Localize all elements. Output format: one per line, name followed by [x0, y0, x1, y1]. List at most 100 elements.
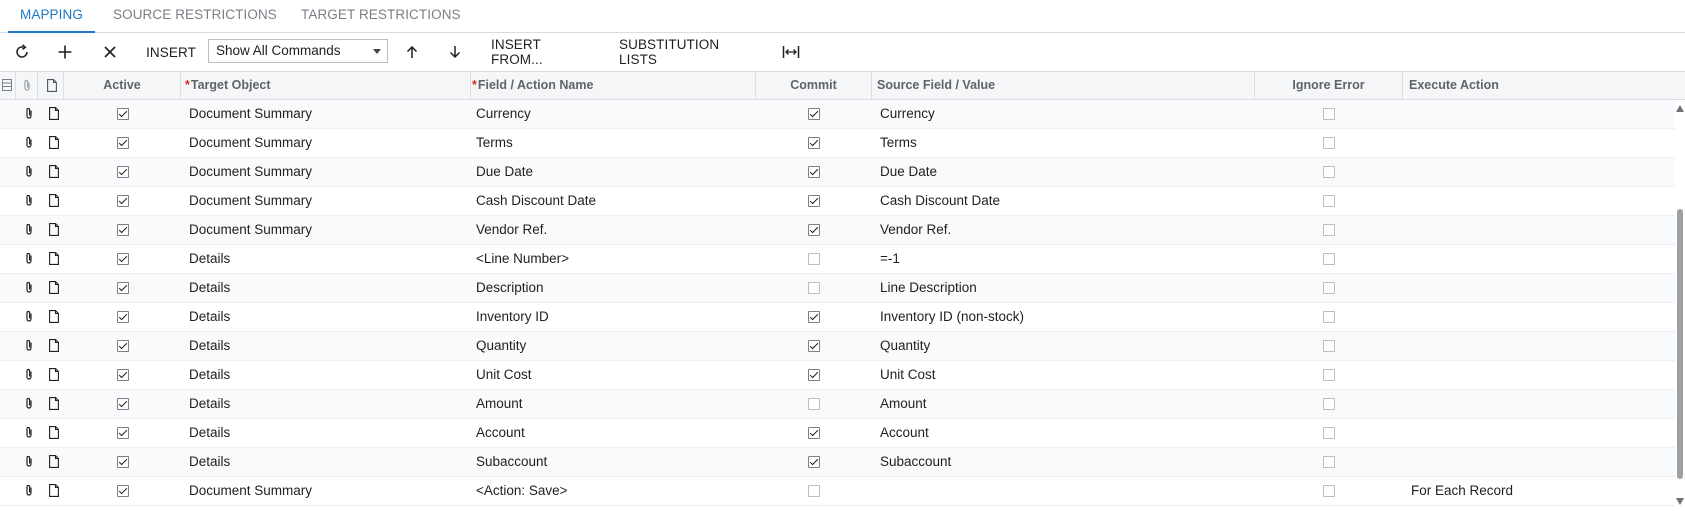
commit-checkbox[interactable]: [808, 224, 820, 236]
note-icon[interactable]: [49, 484, 59, 497]
table-row[interactable]: Document Summary Due Date Due Date: [0, 158, 1675, 187]
source-field-value-cell[interactable]: Vendor Ref.: [880, 216, 1250, 244]
commit-checkbox[interactable]: [808, 340, 820, 352]
table-row[interactable]: Details Quantity Quantity: [0, 332, 1675, 361]
fit-columns-button[interactable]: [780, 34, 802, 70]
table-row[interactable]: Details Inventory ID Inventory ID (non-sto…: [0, 303, 1675, 332]
target-object-cell[interactable]: Details: [189, 361, 469, 389]
execute-action-cell[interactable]: [1411, 100, 1671, 128]
active-checkbox[interactable]: [117, 340, 129, 352]
execute-action-cell[interactable]: [1411, 216, 1671, 244]
active-checkbox[interactable]: [117, 311, 129, 323]
source-field-value-cell[interactable]: Terms: [880, 129, 1250, 157]
table-row[interactable]: Document Summary Currency Currency: [0, 100, 1675, 129]
active-checkbox[interactable]: [117, 369, 129, 381]
field-action-name-cell[interactable]: Description: [476, 274, 754, 302]
paperclip-icon[interactable]: [24, 136, 34, 149]
field-action-name-cell[interactable]: <Line Number>: [476, 245, 754, 273]
field-action-name-cell[interactable]: Subaccount: [476, 448, 754, 476]
table-row[interactable]: Document Summary Cash Discount Date Cash D…: [0, 187, 1675, 216]
target-object-cell[interactable]: Document Summary: [189, 187, 469, 215]
active-checkbox[interactable]: [117, 166, 129, 178]
refresh-button[interactable]: [10, 34, 34, 70]
field-action-name-cell[interactable]: Quantity: [476, 332, 754, 360]
note-icon[interactable]: [49, 368, 59, 381]
active-checkbox[interactable]: [117, 253, 129, 265]
note-icon[interactable]: [49, 136, 59, 149]
target-object-cell[interactable]: Details: [189, 332, 469, 360]
commands-select[interactable]: Show All Commands: [208, 39, 388, 63]
paperclip-icon[interactable]: [24, 281, 34, 294]
active-checkbox[interactable]: [117, 282, 129, 294]
header-ignore-error[interactable]: Ignore Error: [1255, 72, 1403, 99]
note-icon[interactable]: [49, 194, 59, 207]
commit-checkbox[interactable]: [808, 195, 820, 207]
ignore-error-checkbox[interactable]: [1323, 456, 1335, 468]
execute-action-cell[interactable]: [1411, 361, 1671, 389]
table-row[interactable]: Details Subaccount Subaccount: [0, 448, 1675, 477]
header-field-action-name[interactable]: *Field / Action Name: [471, 72, 756, 99]
ignore-error-checkbox[interactable]: [1323, 224, 1335, 236]
execute-action-cell[interactable]: For Each Record: [1411, 477, 1671, 505]
table-row[interactable]: Document Summary <Action: Save> For Each R…: [0, 477, 1675, 506]
field-action-name-cell[interactable]: Currency: [476, 100, 754, 128]
note-icon[interactable]: [49, 281, 59, 294]
column-settings-button[interactable]: [0, 72, 16, 99]
substitution-lists-button[interactable]: SUBSTITUTION LISTS: [619, 34, 755, 70]
ignore-error-checkbox[interactable]: [1323, 282, 1335, 294]
note-icon[interactable]: [49, 455, 59, 468]
source-field-value-cell[interactable]: Account: [880, 419, 1250, 447]
commit-checkbox[interactable]: [808, 166, 820, 178]
header-commit[interactable]: Commit: [756, 72, 872, 99]
execute-action-cell[interactable]: [1411, 303, 1671, 331]
paperclip-icon[interactable]: [24, 107, 34, 120]
paperclip-icon[interactable]: [24, 339, 34, 352]
target-object-cell[interactable]: Details: [189, 448, 469, 476]
target-object-cell[interactable]: Document Summary: [189, 216, 469, 244]
execute-action-cell[interactable]: [1411, 187, 1671, 215]
target-object-cell[interactable]: Details: [189, 245, 469, 273]
header-source-field-value[interactable]: Source Field / Value: [872, 72, 1255, 99]
active-checkbox[interactable]: [117, 398, 129, 410]
commit-checkbox[interactable]: [808, 427, 820, 439]
source-field-value-cell[interactable]: Line Description: [880, 274, 1250, 302]
active-checkbox[interactable]: [117, 108, 129, 120]
header-target-object[interactable]: *Target Object: [181, 72, 471, 99]
paperclip-icon[interactable]: [24, 310, 34, 323]
paperclip-icon[interactable]: [24, 426, 34, 439]
ignore-error-checkbox[interactable]: [1323, 108, 1335, 120]
source-field-value-cell[interactable]: Due Date: [880, 158, 1250, 186]
note-icon[interactable]: [49, 397, 59, 410]
source-field-value-cell[interactable]: Unit Cost: [880, 361, 1250, 389]
header-active[interactable]: Active: [64, 72, 181, 99]
commit-checkbox[interactable]: [808, 137, 820, 149]
active-checkbox[interactable]: [117, 224, 129, 236]
move-up-button[interactable]: [401, 34, 423, 70]
target-object-cell[interactable]: Details: [189, 303, 469, 331]
note-icon[interactable]: [49, 252, 59, 265]
commit-checkbox[interactable]: [808, 253, 820, 265]
field-action-name-cell[interactable]: Vendor Ref.: [476, 216, 754, 244]
ignore-error-checkbox[interactable]: [1323, 398, 1335, 410]
table-row[interactable]: Document Summary Terms Terms: [0, 129, 1675, 158]
table-row[interactable]: Details Unit Cost Unit Cost: [0, 361, 1675, 390]
field-action-name-cell[interactable]: Cash Discount Date: [476, 187, 754, 215]
note-icon[interactable]: [49, 165, 59, 178]
ignore-error-checkbox[interactable]: [1323, 427, 1335, 439]
table-row[interactable]: Details Account Account: [0, 419, 1675, 448]
paperclip-icon[interactable]: [24, 397, 34, 410]
execute-action-cell[interactable]: [1411, 332, 1671, 360]
ignore-error-checkbox[interactable]: [1323, 137, 1335, 149]
source-field-value-cell[interactable]: Amount: [880, 390, 1250, 418]
execute-action-cell[interactable]: [1411, 448, 1671, 476]
field-action-name-cell[interactable]: Amount: [476, 390, 754, 418]
field-action-name-cell[interactable]: Terms: [476, 129, 754, 157]
scroll-up-arrow-icon[interactable]: [1676, 105, 1684, 112]
vertical-scrollbar-thumb[interactable]: [1677, 209, 1683, 479]
field-action-name-cell[interactable]: Account: [476, 419, 754, 447]
commit-checkbox[interactable]: [808, 369, 820, 381]
commit-checkbox[interactable]: [808, 485, 820, 497]
source-field-value-cell[interactable]: Inventory ID (non-stock): [880, 303, 1250, 331]
note-icon[interactable]: [49, 223, 59, 236]
execute-action-cell[interactable]: [1411, 245, 1671, 273]
